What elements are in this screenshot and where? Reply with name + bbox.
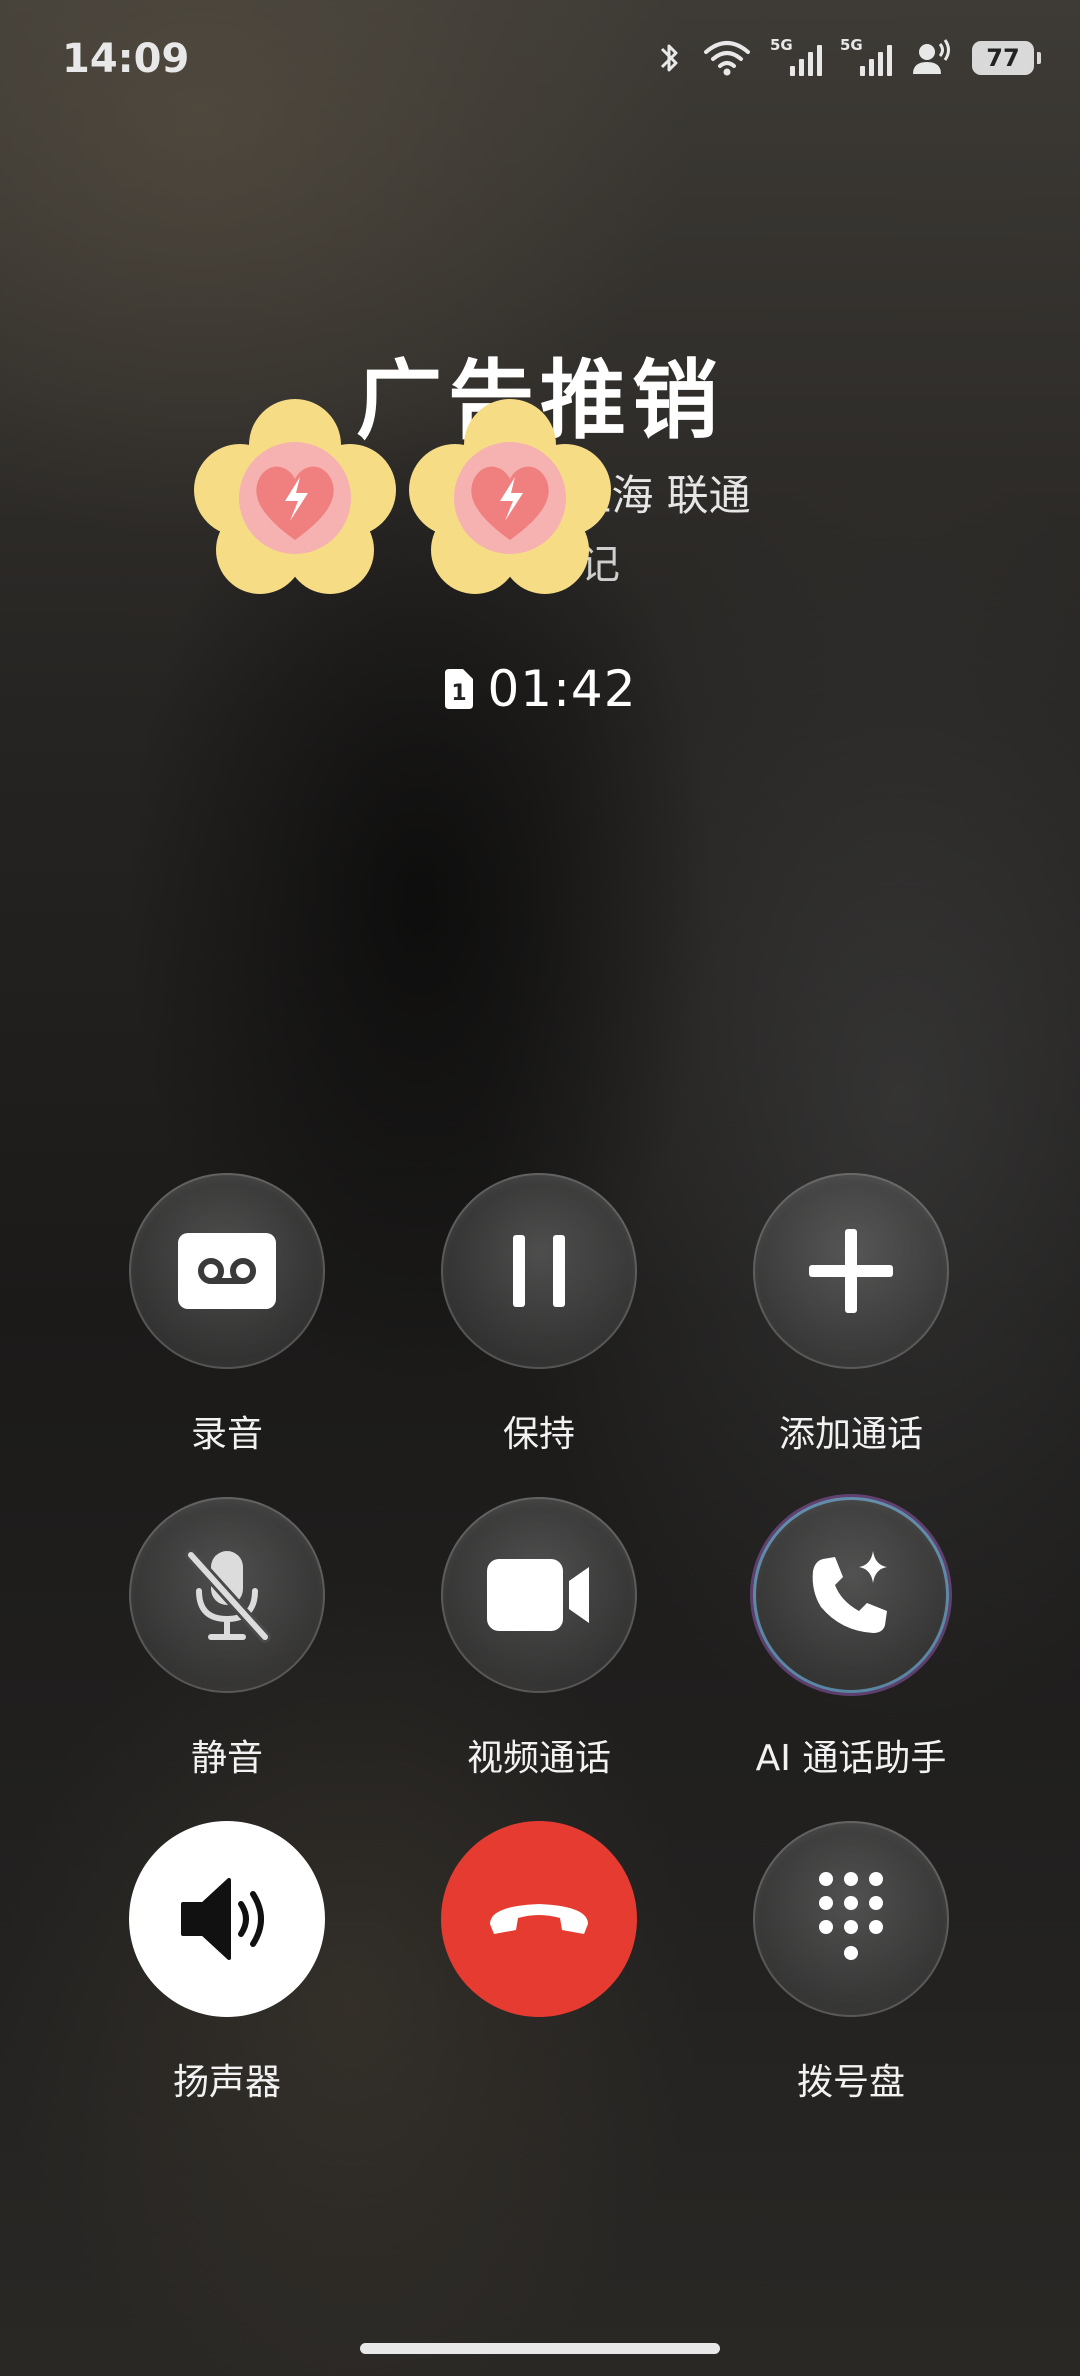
hold-button-circle[interactable] — [441, 1173, 637, 1369]
ai-assistant-button[interactable]: AI 通话助手 — [753, 1497, 949, 1781]
record-button[interactable]: 录音 — [129, 1173, 325, 1457]
dialpad-icon — [819, 1872, 883, 1960]
hold-button[interactable]: 保持 — [441, 1173, 637, 1457]
signal-icon-2: 5G — [840, 36, 892, 80]
speaker-button-circle[interactable] — [129, 1821, 325, 2017]
end-call-button-circle[interactable] — [441, 1821, 637, 2017]
phone-sparkle-icon — [812, 1551, 887, 1633]
mute-button-circle[interactable] — [129, 1497, 325, 1693]
ai-assistant-button-circle[interactable] — [753, 1497, 949, 1693]
plus-icon — [809, 1229, 893, 1313]
video-call-label: 视频通话 — [466, 1738, 611, 1779]
sim-icon: 1 — [445, 669, 474, 709]
add-call-button[interactable]: 添加通话 — [753, 1173, 949, 1457]
mute-button[interactable]: 静音 — [129, 1497, 325, 1781]
speaker-icon — [181, 1878, 264, 1960]
record-button-circle[interactable] — [129, 1173, 325, 1369]
call-duration: 01:42 — [487, 660, 637, 718]
dialpad-button-circle[interactable] — [753, 1821, 949, 2017]
end-call-button[interactable] — [441, 1821, 637, 2053]
video-camera-icon — [487, 1559, 589, 1631]
mic-off-icon — [185, 1549, 271, 1643]
dialpad-label: 拨号盘 — [796, 2062, 905, 2103]
speaker-label: 扬声器 — [172, 2062, 281, 2103]
battery-icon: 77 — [972, 41, 1041, 75]
privacy-sticker-flower — [194, 399, 396, 594]
hold-label: 保持 — [502, 1414, 575, 1455]
bluetooth-icon — [656, 38, 684, 78]
call-timer: 1 01:42 — [0, 660, 1080, 718]
hangup-icon — [490, 1904, 588, 1934]
add-call-button-circle[interactable] — [753, 1173, 949, 1369]
record-label: 录音 — [190, 1414, 263, 1455]
add-call-label: 添加通话 — [778, 1414, 923, 1455]
status-bar: 14:09 5G 5G 77 — [0, 0, 1080, 120]
pause-icon — [513, 1235, 565, 1307]
speaker-button[interactable]: 扬声器 — [129, 1821, 325, 2105]
voicemail-icon — [178, 1233, 276, 1309]
signal-icon: 5G — [770, 36, 822, 80]
hotspot-icon — [910, 38, 954, 78]
dialpad-button[interactable]: 拨号盘 — [753, 1821, 949, 2105]
mute-label: 静音 — [190, 1738, 263, 1779]
home-indicator[interactable] — [360, 2343, 720, 2354]
status-time: 14:09 — [62, 36, 190, 82]
video-call-button[interactable]: 视频通话 — [441, 1497, 637, 1781]
status-icons: 5G 5G 77 — [656, 36, 1041, 80]
privacy-sticker-flower-2 — [409, 399, 611, 594]
sim-slot-number: 1 — [452, 681, 467, 706]
wifi-icon — [702, 38, 752, 78]
ai-assistant-label: AI 通话助手 — [755, 1738, 947, 1779]
video-call-button-circle[interactable] — [441, 1497, 637, 1693]
